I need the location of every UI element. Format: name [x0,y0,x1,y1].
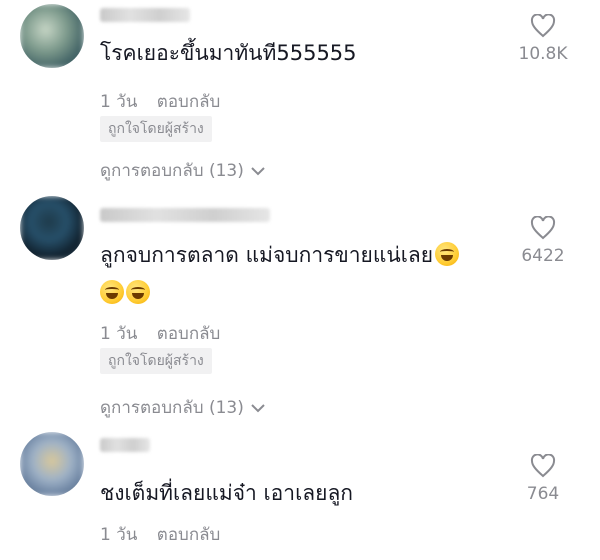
chevron-down-icon [251,403,265,412]
comment-time: 1 วัน [100,525,138,545]
avatar[interactable] [20,432,84,496]
comment-text: ชงเต็มที่เลยแม่จ๋า เอาเลยลูก [100,481,354,505]
avatar[interactable] [20,196,84,260]
view-replies-label: ดูการตอบกลับ (13) [100,398,244,418]
view-replies-button[interactable]: ดูการตอบกลับ (13) [100,157,266,184]
username-blurred[interactable] [100,208,270,222]
avatar[interactable] [20,4,84,68]
heart-outline-icon [530,453,556,478]
grinning-squinting-face-icon [435,242,460,266]
like-count: 10.8K [518,44,568,64]
comment-time: 1 วัน [100,324,138,344]
reply-button[interactable]: ตอบกลับ [157,324,221,344]
like-count: 764 [526,484,560,504]
view-replies-button[interactable]: ดูการตอบกลับ (13) [100,394,266,421]
comment-text: โรคเยอะขึ้นมาทันที555555 [100,41,357,65]
creator-liked-badge: ถูกใจโดยผู้สร้าง [100,348,212,374]
grinning-squinting-face-icon [126,280,150,304]
heart-outline-icon [530,215,556,240]
comment-meta: 1 วัน ตอบกลับ [100,320,234,347]
username-blurred[interactable] [100,438,150,452]
heart-outline-icon [530,13,556,38]
like-button[interactable]: 10.8K [508,13,578,64]
reply-button[interactable]: ตอบกลับ [157,92,221,112]
chevron-down-icon [251,166,265,175]
grinning-squinting-face-icon [100,280,124,304]
comment-meta: 1 วัน ตอบกลับ [100,88,234,115]
comment-text: ลูกจบการตลาด แม่จบการขายแน่เลย [100,240,460,270]
comment-emoji-line [100,278,150,308]
username-blurred[interactable] [100,8,190,22]
like-button[interactable]: 764 [508,453,578,504]
reply-button[interactable]: ตอบกลับ [157,525,221,545]
view-replies-label: ดูการตอบกลับ (13) [100,161,244,181]
like-count: 6422 [521,246,565,266]
comment-meta: 1 วัน ตอบกลับ [100,521,234,548]
like-button[interactable]: 6422 [508,215,578,266]
comment-text-line1: ลูกจบการตลาด แม่จบการขายแน่เลย [100,243,434,267]
creator-liked-badge: ถูกใจโดยผู้สร้าง [100,116,212,142]
comment-time: 1 วัน [100,92,138,112]
